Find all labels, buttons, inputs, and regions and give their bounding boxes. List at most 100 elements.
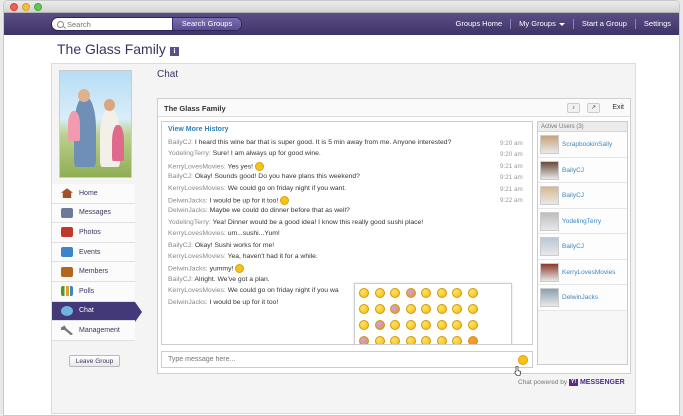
- message-username[interactable]: KerryLovesMovies:: [168, 185, 226, 192]
- sidebar-item-management[interactable]: Management: [52, 321, 135, 341]
- my-groups-menu[interactable]: My Groups: [510, 19, 573, 29]
- sidebar-item-polls[interactable]: Polls: [52, 281, 135, 302]
- message-username[interactable]: BailyCJ:: [168, 173, 193, 180]
- sidebar-item-home[interactable]: Home: [52, 184, 135, 204]
- message-username[interactable]: KerryLovesMovies:: [168, 230, 226, 237]
- emoticon-option-icon[interactable]: [467, 288, 478, 298]
- message-username[interactable]: DelwinJacks:: [168, 266, 208, 273]
- emoticon-option-icon[interactable]: [359, 304, 369, 314]
- emoticon-option-icon[interactable]: [421, 304, 431, 314]
- nav-links: Groups Home My Groups Start a Group Sett…: [447, 13, 679, 35]
- polls-icon: [61, 286, 73, 297]
- message-username[interactable]: BailyCJ:: [168, 139, 193, 146]
- emoticon-option-icon[interactable]: [405, 304, 416, 314]
- sidebar-item-members[interactable]: Members: [52, 262, 135, 282]
- emoticon-option-icon[interactable]: [452, 304, 462, 314]
- active-user-item[interactable]: BailyCJ: [538, 157, 627, 183]
- avatar: [540, 186, 559, 205]
- start-group-link[interactable]: Start a Group: [572, 19, 635, 29]
- emoticon-option-icon[interactable]: [405, 320, 416, 330]
- emoticon-option-icon[interactable]: [467, 320, 478, 330]
- message-username[interactable]: DelwinJacks:: [168, 299, 208, 306]
- emoticon-option-icon[interactable]: [359, 320, 369, 330]
- sound-icon[interactable]: ♪: [567, 103, 580, 113]
- active-user-name[interactable]: BailyCJ: [562, 167, 584, 174]
- emoticon-option-icon[interactable]: [405, 288, 416, 298]
- emoticon-option-icon[interactable]: [436, 288, 447, 298]
- emoticon-option-icon[interactable]: [390, 336, 400, 344]
- message-username[interactable]: KerryLovesMovies:: [168, 163, 226, 170]
- emoticon-option-icon[interactable]: [467, 304, 478, 314]
- messages-icon: [61, 207, 73, 218]
- view-more-history-link[interactable]: View More History: [168, 126, 229, 133]
- message-input-box: [161, 351, 533, 368]
- message-input[interactable]: [162, 352, 462, 367]
- active-user-name[interactable]: KerryLovesMovies: [562, 269, 615, 276]
- sidebar-item-events[interactable]: Events: [52, 242, 135, 263]
- settings-link[interactable]: Settings: [634, 19, 679, 29]
- exit-chat-link[interactable]: Exit: [612, 104, 624, 111]
- emoticon-option-icon[interactable]: [390, 288, 400, 298]
- chat-message: YodelingTerry: Yea! Dinner would be a go…: [168, 219, 423, 230]
- search-groups-button[interactable]: Search Groups: [172, 18, 241, 30]
- emoticon-option-icon[interactable]: [421, 336, 431, 344]
- emoticon-button-icon[interactable]: [518, 355, 528, 365]
- sidebar-item-messages[interactable]: Messages: [52, 203, 135, 224]
- message-username[interactable]: BailyCJ:: [168, 242, 193, 249]
- chevron-down-icon: [558, 22, 565, 26]
- emoticon-option-icon[interactable]: [467, 336, 478, 344]
- active-user-item[interactable]: KerryLovesMovies: [538, 259, 627, 285]
- active-user-item[interactable]: BailyCJ: [538, 234, 627, 260]
- emoticon-option-icon[interactable]: [436, 336, 447, 344]
- sidebar: Home Messages Photos Events Members Poll…: [52, 64, 142, 413]
- message-username[interactable]: KerryLovesMovies:: [168, 253, 226, 260]
- active-user-name[interactable]: ScrapbookinSally: [562, 141, 612, 148]
- emoticon-option-icon[interactable]: [405, 336, 416, 344]
- avatar: [540, 288, 559, 307]
- message-list[interactable]: View More History BailyCJ: I heard this …: [161, 121, 533, 345]
- emoticon-option-icon[interactable]: [359, 336, 369, 344]
- sidebar-item-chat[interactable]: Chat: [52, 301, 142, 322]
- chat-window: The Glass Family ♪ ↗ Exit View More Hist…: [157, 98, 631, 374]
- emoticon-option-icon[interactable]: [359, 288, 369, 298]
- active-user-item[interactable]: BailyCJ: [538, 183, 627, 209]
- active-user-name[interactable]: YodelingTerry: [562, 218, 601, 225]
- active-user-item[interactable]: YodelingTerry: [538, 208, 627, 234]
- message-username[interactable]: DelwinJacks:: [168, 207, 208, 214]
- active-user-name[interactable]: DelwinJacks: [562, 294, 598, 301]
- popout-icon[interactable]: ↗: [587, 103, 600, 113]
- minimize-window-button[interactable]: [22, 3, 30, 11]
- close-window-button[interactable]: [10, 3, 18, 11]
- message-username[interactable]: YodelingTerry:: [168, 150, 211, 157]
- emoticon-option-icon[interactable]: [452, 320, 462, 330]
- message-username[interactable]: YodelingTerry:: [168, 219, 211, 226]
- emoticon-option-icon[interactable]: [374, 304, 385, 314]
- sidebar-item-photos[interactable]: Photos: [52, 223, 135, 243]
- groups-home-link[interactable]: Groups Home: [447, 19, 510, 29]
- emoticon-option-icon[interactable]: [390, 304, 400, 314]
- emoticon-option-icon[interactable]: [421, 288, 431, 298]
- emoticon-option-icon[interactable]: [374, 336, 385, 344]
- emoticon-option-icon[interactable]: [390, 320, 400, 330]
- info-icon[interactable]: i: [169, 47, 179, 56]
- emoticon-option-icon[interactable]: [374, 288, 385, 298]
- emoticon-option-icon[interactable]: [436, 304, 447, 314]
- emoticon-option-icon[interactable]: [421, 320, 431, 330]
- emoticon-option-icon[interactable]: [452, 288, 462, 298]
- leave-group-button[interactable]: Leave Group: [69, 355, 120, 367]
- active-user-name[interactable]: BailyCJ: [562, 192, 584, 199]
- photos-icon: [61, 227, 73, 238]
- active-user-item[interactable]: DelwinJacks: [538, 285, 627, 311]
- avatar: [540, 160, 559, 180]
- maximize-window-button[interactable]: [34, 3, 42, 11]
- active-user-name[interactable]: BailyCJ: [562, 243, 584, 250]
- message-username[interactable]: KerryLovesMovies:: [168, 287, 226, 294]
- emoticon-picker[interactable]: [354, 283, 512, 344]
- emoticon-option-icon[interactable]: [436, 320, 447, 330]
- emoticon-option-icon[interactable]: [452, 336, 462, 344]
- active-user-item[interactable]: ScrapbookinSally: [538, 132, 627, 158]
- message-username[interactable]: DelwinJacks:: [168, 197, 208, 204]
- emoticon-option-icon[interactable]: [374, 320, 385, 330]
- search-input[interactable]: [67, 18, 167, 30]
- message-username[interactable]: BailyCJ:: [168, 276, 193, 283]
